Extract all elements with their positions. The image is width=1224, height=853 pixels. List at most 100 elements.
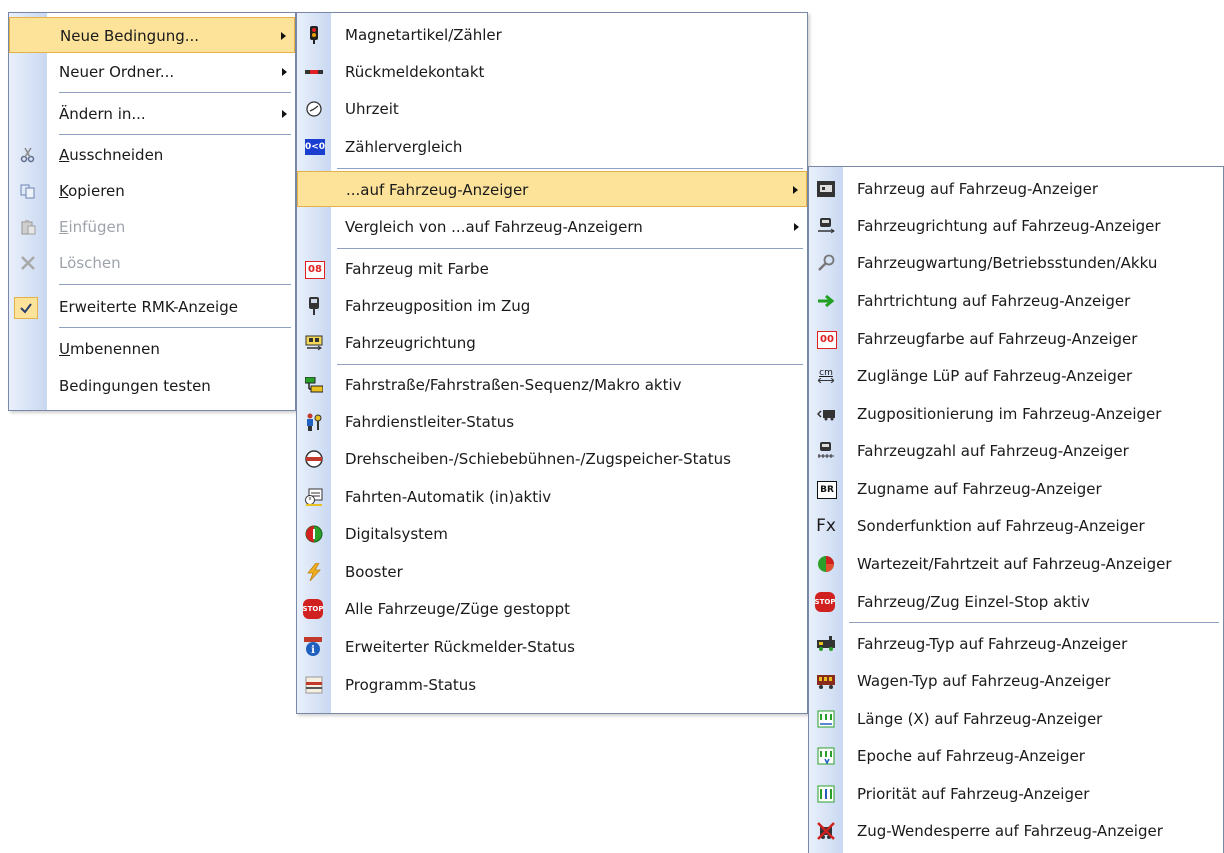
delete-icon — [19, 255, 37, 271]
menu-item-reverse-lock[interactable]: Zug-Wendesperre auf Fahrzeug-Anzeiger — [809, 813, 1223, 849]
context-menu: Neue Bedingung... Neuer Ordner... Ändern… — [8, 12, 296, 411]
menu-item-train-positioning[interactable]: Zugpositionierung im Fahrzeug-Anzeiger — [809, 396, 1223, 432]
menu-item-label: Länge (X) auf Fahrzeug-Anzeiger — [857, 710, 1103, 728]
cm-label: cm — [819, 368, 833, 378]
menu-item-label: Fahrtrichtung auf Fahrzeug-Anzeiger — [857, 292, 1131, 310]
pie-timer-icon — [817, 556, 835, 572]
menu-item-cut[interactable]: Ausschneiden — [9, 137, 295, 173]
turntable-icon — [305, 450, 323, 468]
menu-separator — [337, 248, 803, 249]
menu-item-vehicle-count[interactable]: Fahrzeugzahl auf Fahrzeug-Anzeiger — [809, 433, 1223, 469]
menu-item-label: Fahrzeug-Typ auf Fahrzeug-Anzeiger — [857, 635, 1128, 653]
menu-separator — [59, 284, 291, 285]
menu-item-new-condition[interactable]: Neue Bedingung... — [9, 17, 295, 53]
priority-icon — [817, 785, 835, 803]
menu-item-vehicle-with-color[interactable]: 08 Fahrzeug mit Farbe — [297, 251, 807, 287]
vehicle-color-icon: 00 — [817, 331, 837, 349]
wrench-icon — [817, 254, 835, 271]
menu-item-label: Vergleich von ...auf Fahrzeug-Anzeigern — [345, 218, 643, 236]
vehicle-direction-icon — [305, 335, 323, 351]
menu-item-vehicle-maintenance[interactable]: Fahrzeugwartung/Betriebsstunden/Akku — [809, 245, 1223, 281]
menu-item-label: Fahrzeug auf Fahrzeug-Anzeiger — [857, 180, 1099, 198]
menu-item-train-length-lup[interactable]: cm Zuglänge LüP auf Fahrzeug-Anzeiger — [809, 358, 1223, 394]
program-icon — [305, 676, 323, 694]
menu-item-magnet-article-counter[interactable]: Magnetartikel/Zähler — [297, 17, 807, 53]
menu-item-label: Fahrzeugwartung/Betriebsstunden/Akku — [857, 254, 1158, 272]
stop-icon: STOP — [815, 592, 835, 612]
menu-item-label: Fahrzeugfarbe auf Fahrzeug-Anzeiger — [857, 330, 1138, 348]
menu-item-label: Umbenennen — [59, 340, 160, 358]
menu-item-length-x[interactable]: Länge (X) auf Fahrzeug-Anzeiger — [809, 701, 1223, 737]
train-name-icon: BR — [817, 481, 837, 499]
menu-item-counter-compare[interactable]: 0<0 Zählervergleich — [297, 129, 807, 165]
menu-item-extended-feedback-status[interactable]: i Erweiterter Rückmelder-Status — [297, 629, 807, 665]
menu-item-special-function[interactable]: Fx Sonderfunktion auf Fahrzeug-Anzeiger — [809, 508, 1223, 544]
route-icon — [305, 377, 323, 393]
menu-item-label: Alle Fahrzeuge/Züge gestoppt — [345, 600, 570, 618]
menu-item-extended-rmk-display[interactable]: Erweiterte RMK-Anzeige — [9, 289, 295, 325]
menu-item-booster[interactable]: Booster — [297, 554, 807, 590]
menu-item-vehicle-on-display[interactable]: Fahrzeug auf Fahrzeug-Anzeiger — [809, 171, 1223, 207]
copy-icon — [19, 183, 37, 199]
stop-icon: STOP — [303, 599, 323, 619]
menu-item-dispatcher-status[interactable]: Fahrdienstleiter-Status — [297, 404, 807, 440]
menu-item-new-folder[interactable]: Neuer Ordner... — [9, 54, 295, 90]
reverse-lock-icon — [817, 822, 835, 840]
menu-item-wagon-type[interactable]: Wagen-Typ auf Fahrzeug-Anzeiger — [809, 663, 1223, 699]
menu-item-label: Wagen-Typ auf Fahrzeug-Anzeiger — [857, 672, 1111, 690]
digital-system-icon — [305, 525, 323, 543]
submenu-arrow-icon — [794, 223, 799, 231]
menu-item-turntable-status[interactable]: Drehscheiben-/Schiebebühnen-/Zugspeicher… — [297, 441, 807, 477]
menu-item-feedback-contact[interactable]: Rückmeldekontakt — [297, 54, 807, 90]
menu-item-label: Bedingungen testen — [59, 377, 211, 395]
menu-item-label: Zugpositionierung im Fahrzeug-Anzeiger — [857, 405, 1162, 423]
menu-item-all-stopped[interactable]: STOP Alle Fahrzeuge/Züge gestoppt — [297, 591, 807, 627]
menu-item-label: Erweiterter Rückmelder-Status — [345, 638, 575, 656]
condition-submenu: Magnetartikel/Zähler Rückmeldekontakt Uh… — [296, 12, 808, 714]
menu-item-vehicle-direction-on-display[interactable]: Fahrzeugrichtung auf Fahrzeug-Anzeiger — [809, 208, 1223, 244]
menu-item-delete[interactable]: Löschen — [9, 245, 295, 281]
menu-item-label: Epoche auf Fahrzeug-Anzeiger — [857, 747, 1085, 765]
menu-item-train-name[interactable]: BR Zugname auf Fahrzeug-Anzeiger — [809, 471, 1223, 507]
menu-item-single-stop-active[interactable]: STOP Fahrzeug/Zug Einzel-Stop aktiv — [809, 584, 1223, 620]
train-position-icon — [817, 406, 835, 422]
menu-item-epoch[interactable]: Epoche auf Fahrzeug-Anzeiger — [809, 738, 1223, 774]
menu-item-vehicle-color-on-display[interactable]: 00 Fahrzeugfarbe auf Fahrzeug-Anzeiger — [809, 321, 1223, 357]
menu-item-program-status[interactable]: Programm-Status — [297, 667, 807, 703]
menu-item-vehicle-direction[interactable]: Fahrzeugrichtung — [297, 325, 807, 361]
menu-item-rename[interactable]: Umbenennen — [9, 331, 295, 367]
menu-item-automatic-active[interactable]: Fahrten-Automatik (in)aktiv — [297, 479, 807, 515]
menu-item-label: Digitalsystem — [345, 525, 448, 543]
menu-item-time[interactable]: Uhrzeit — [297, 91, 807, 127]
menu-item-paste[interactable]: Einfügen — [9, 209, 295, 245]
info-icon: i — [303, 637, 323, 657]
menu-item-copy[interactable]: Kopieren — [9, 173, 295, 209]
menu-item-label: Einfügen — [59, 218, 126, 236]
menu-item-label: Drehscheiben-/Schiebebühnen-/Zugspeicher… — [345, 450, 731, 468]
submenu-arrow-icon — [282, 68, 287, 76]
menu-separator — [849, 622, 1219, 623]
menu-item-test-conditions[interactable]: Bedingungen testen — [9, 368, 295, 404]
menu-item-compare-vehicle-displays[interactable]: Vergleich von ...auf Fahrzeug-Anzeigern — [297, 209, 807, 245]
menu-item-priority[interactable]: Priorität auf Fahrzeug-Anzeiger — [809, 776, 1223, 812]
menu-item-label: Fahrzeug/Zug Einzel-Stop aktiv — [857, 593, 1090, 611]
menu-item-digital-system[interactable]: Digitalsystem — [297, 516, 807, 552]
menu-item-on-vehicle-display[interactable]: ...auf Fahrzeug-Anzeiger — [297, 171, 807, 207]
submenu-arrow-icon — [793, 186, 798, 194]
menu-item-travel-direction[interactable]: Fahrtrichtung auf Fahrzeug-Anzeiger — [809, 283, 1223, 319]
menu-item-vehicle-type[interactable]: Fahrzeug-Typ auf Fahrzeug-Anzeiger — [809, 626, 1223, 662]
menu-item-label: Zuglänge LüP auf Fahrzeug-Anzeiger — [857, 367, 1133, 385]
menu-item-label: Kopieren — [59, 182, 125, 200]
menu-item-label: Ausschneiden — [59, 146, 164, 164]
length-x-icon — [817, 710, 835, 728]
vehicle-display-icon — [817, 181, 835, 197]
counter-compare-icon: 0<0 — [305, 139, 325, 155]
menu-item-label: Zugname auf Fahrzeug-Anzeiger — [857, 480, 1102, 498]
menu-item-route-macro-active[interactable]: Fahrstraße/Fahrstraßen-Sequenz/Makro akt… — [297, 367, 807, 403]
menu-item-change-to[interactable]: Ändern in... — [9, 96, 295, 132]
menu-item-vehicle-position-in-train[interactable]: Fahrzeugposition im Zug — [297, 288, 807, 324]
menu-item-label: Fahrzeugrichtung auf Fahrzeug-Anzeiger — [857, 217, 1161, 235]
menu-separator — [59, 92, 291, 93]
checkmark-icon — [14, 297, 38, 319]
menu-item-wait-travel-time[interactable]: Wartezeit/Fahrtzeit auf Fahrzeug-Anzeige… — [809, 546, 1223, 582]
